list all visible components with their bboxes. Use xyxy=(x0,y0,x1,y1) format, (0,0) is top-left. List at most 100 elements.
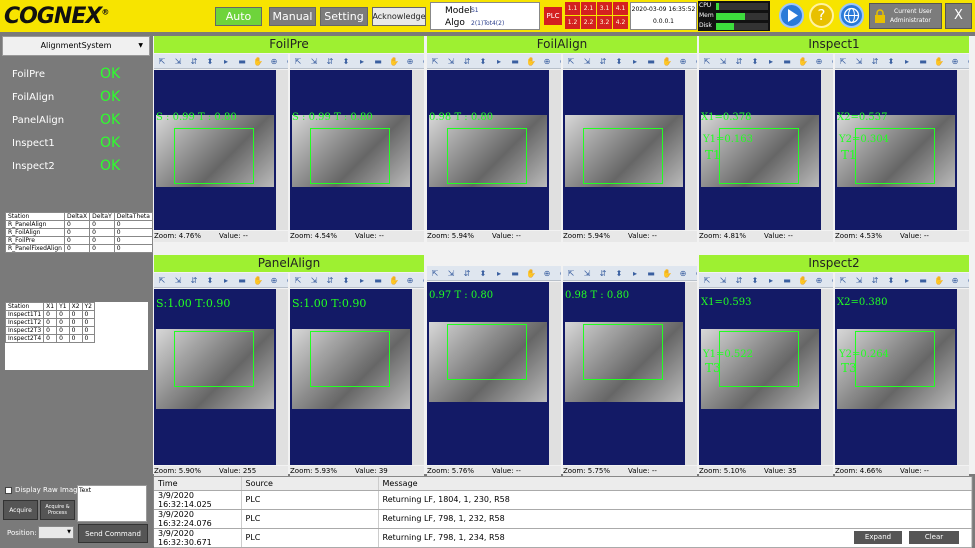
zoom-out-icon[interactable]: ⇲ xyxy=(171,55,185,68)
camera-image[interactable]: 0.98 T : 0.80 xyxy=(563,282,685,465)
close-app-button[interactable]: X xyxy=(945,3,972,29)
pointer-icon[interactable]: ▸ xyxy=(219,274,233,287)
camera-image[interactable]: X2=0.537 Y2=0.304 T1 xyxy=(835,70,957,230)
camera-image[interactable]: S:1.00 T:0.90 xyxy=(290,289,412,465)
zoom-in-icon[interactable]: ⇱ xyxy=(155,274,169,287)
setting-mode-button[interactable]: Setting xyxy=(320,7,368,26)
zoom-minus-icon[interactable]: ⊖ xyxy=(556,55,561,68)
hand-icon[interactable]: ✋ xyxy=(387,274,401,287)
rect-icon[interactable]: ▬ xyxy=(371,274,385,287)
acquire-process-button[interactable]: Acquire & Process xyxy=(40,500,75,520)
vertical-scrollbar[interactable] xyxy=(957,289,969,465)
zoom-plus-icon[interactable]: ⊕ xyxy=(267,274,281,287)
manual-mode-button[interactable]: Manual xyxy=(269,7,316,26)
expand-button[interactable]: Expand xyxy=(854,531,902,544)
zoom-minus-icon[interactable]: ⊖ xyxy=(283,55,288,68)
zoom-out-icon[interactable]: ⇲ xyxy=(852,55,866,68)
fit-icon[interactable]: ⇵ xyxy=(460,55,474,68)
zoom-in-icon[interactable]: ⇱ xyxy=(428,55,442,68)
zoom-minus-icon[interactable]: ⊖ xyxy=(828,55,833,68)
zoom-plus-icon[interactable]: ⊕ xyxy=(948,274,962,287)
vertical-scrollbar[interactable] xyxy=(276,70,288,230)
zoom-in-icon[interactable]: ⇱ xyxy=(700,274,714,287)
zoom-plus-icon[interactable]: ⊕ xyxy=(676,55,690,68)
zoom-in-icon[interactable]: ⇱ xyxy=(428,267,442,280)
zoom-out-icon[interactable]: ⇲ xyxy=(580,55,594,68)
hand-icon[interactable]: ✋ xyxy=(524,55,538,68)
zoom-plus-icon[interactable]: ⊕ xyxy=(403,55,417,68)
camera-image[interactable]: 0.97 T : 0.80 xyxy=(427,282,549,465)
hand-icon[interactable]: ✋ xyxy=(251,55,265,68)
pointer-icon[interactable]: ▸ xyxy=(219,55,233,68)
rect-icon[interactable]: ▬ xyxy=(235,274,249,287)
network-button[interactable] xyxy=(839,3,864,28)
rect-icon[interactable]: ▬ xyxy=(780,274,794,287)
camera-image[interactable]: X1=0.593 Y1=0.522 T3 xyxy=(699,289,821,465)
zoom-plus-icon[interactable]: ⊕ xyxy=(540,267,554,280)
position-select[interactable]: ▼ xyxy=(38,526,74,539)
zoom-plus-icon[interactable]: ⊕ xyxy=(403,274,417,287)
zoom-out-icon[interactable]: ⇲ xyxy=(444,55,458,68)
pan-icon[interactable]: ⬍ xyxy=(476,267,490,280)
rect-icon[interactable]: ▬ xyxy=(916,55,930,68)
pointer-icon[interactable]: ▸ xyxy=(492,55,506,68)
zoom-plus-icon[interactable]: ⊕ xyxy=(267,55,281,68)
raw-image-checkbox[interactable] xyxy=(5,487,12,494)
zoom-out-icon[interactable]: ⇲ xyxy=(852,274,866,287)
pan-icon[interactable]: ⬍ xyxy=(748,55,762,68)
pan-icon[interactable]: ⬍ xyxy=(339,55,353,68)
zoom-plus-icon[interactable]: ⊕ xyxy=(948,55,962,68)
camera-image[interactable]: S : 0.99 T : 0.80 xyxy=(290,70,412,230)
zoom-out-icon[interactable]: ⇲ xyxy=(307,274,321,287)
hand-icon[interactable]: ✋ xyxy=(660,55,674,68)
zoom-minus-icon[interactable]: ⊖ xyxy=(556,267,561,280)
camera-image[interactable]: 0.98 T : 0.80 xyxy=(427,70,549,230)
hand-icon[interactable]: ✋ xyxy=(251,274,265,287)
clear-button[interactable]: Clear xyxy=(909,531,959,544)
table-row[interactable]: 3/9/2020 16:32:30.671 PLC Returning LF, 79… xyxy=(154,528,972,548)
fit-icon[interactable]: ⇵ xyxy=(596,55,610,68)
rect-icon[interactable]: ▬ xyxy=(508,55,522,68)
camera-image[interactable]: X2=0.380 Y2=0.264 T3 xyxy=(835,289,957,465)
hand-icon[interactable]: ✋ xyxy=(524,267,538,280)
pointer-icon[interactable]: ▸ xyxy=(492,267,506,280)
zoom-in-icon[interactable]: ⇱ xyxy=(291,274,305,287)
acknowledge-button[interactable]: Acknowledge xyxy=(372,7,426,26)
vertical-scrollbar[interactable] xyxy=(821,289,833,465)
zoom-minus-icon[interactable]: ⊖ xyxy=(692,55,697,68)
zoom-plus-icon[interactable]: ⊕ xyxy=(540,55,554,68)
fit-icon[interactable]: ⇵ xyxy=(732,274,746,287)
fit-icon[interactable]: ⇵ xyxy=(187,274,201,287)
hand-icon[interactable]: ✋ xyxy=(932,274,946,287)
zoom-in-icon[interactable]: ⇱ xyxy=(564,55,578,68)
pan-icon[interactable]: ⬍ xyxy=(612,55,626,68)
fit-icon[interactable]: ⇵ xyxy=(460,267,474,280)
send-command-button[interactable]: Send Command xyxy=(78,524,148,543)
zoom-minus-icon[interactable]: ⊖ xyxy=(419,55,424,68)
zoom-out-icon[interactable]: ⇲ xyxy=(716,274,730,287)
zoom-in-icon[interactable]: ⇱ xyxy=(564,267,578,280)
zoom-plus-icon[interactable]: ⊕ xyxy=(812,274,826,287)
zoom-out-icon[interactable]: ⇲ xyxy=(580,267,594,280)
zoom-minus-icon[interactable]: ⊖ xyxy=(964,55,969,68)
hand-icon[interactable]: ✋ xyxy=(932,55,946,68)
zoom-minus-icon[interactable]: ⊖ xyxy=(828,274,833,287)
hand-icon[interactable]: ✋ xyxy=(387,55,401,68)
pointer-icon[interactable]: ▸ xyxy=(764,55,778,68)
zoom-plus-icon[interactable]: ⊕ xyxy=(676,267,690,280)
camera-image[interactable]: S : 0.99 T : 0.80 xyxy=(154,70,276,230)
rect-icon[interactable]: ▬ xyxy=(371,55,385,68)
vertical-scrollbar[interactable] xyxy=(821,70,833,230)
fit-icon[interactable]: ⇵ xyxy=(868,55,882,68)
camera-image[interactable]: X1=0.378 Y1=0.163 T1 xyxy=(699,70,821,230)
vertical-scrollbar[interactable] xyxy=(957,70,969,230)
fit-icon[interactable]: ⇵ xyxy=(323,55,337,68)
rect-icon[interactable]: ▬ xyxy=(235,55,249,68)
pointer-icon[interactable]: ▸ xyxy=(900,274,914,287)
play-button[interactable] xyxy=(779,3,804,28)
zoom-minus-icon[interactable]: ⊖ xyxy=(419,274,424,287)
pan-icon[interactable]: ⬍ xyxy=(884,55,898,68)
fit-icon[interactable]: ⇵ xyxy=(596,267,610,280)
pan-icon[interactable]: ⬍ xyxy=(203,55,217,68)
pan-icon[interactable]: ⬍ xyxy=(748,274,762,287)
